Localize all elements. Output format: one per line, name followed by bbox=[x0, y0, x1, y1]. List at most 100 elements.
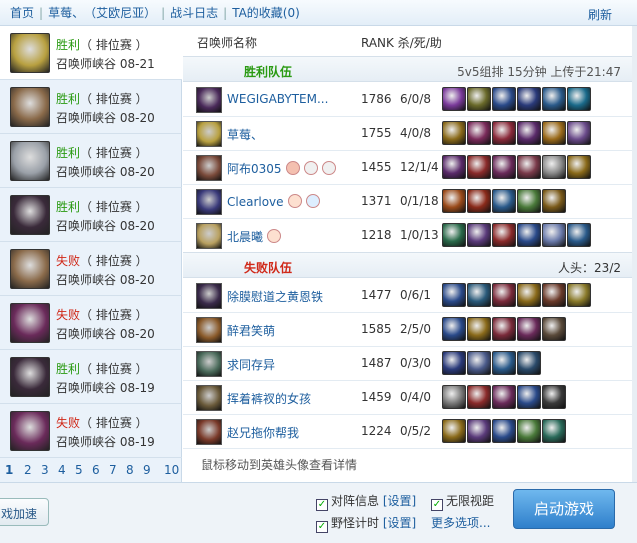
jungle-settings-link[interactable]: [设置] bbox=[383, 516, 416, 530]
summoner-name[interactable]: 阿布0305 bbox=[227, 160, 336, 177]
game-list-item[interactable]: 失败（ 排位赛 ） 召唤师峡谷 08-19 bbox=[0, 404, 182, 458]
summoner-name[interactable]: 草莓、 bbox=[227, 126, 263, 143]
page-link[interactable]: 9 bbox=[143, 463, 151, 477]
item-icon[interactable] bbox=[492, 121, 516, 145]
launch-game-button[interactable]: 启动游戏 bbox=[513, 489, 615, 529]
champion-avatar[interactable] bbox=[196, 189, 222, 215]
item-icon[interactable] bbox=[567, 121, 591, 145]
item-icon[interactable] bbox=[442, 223, 466, 247]
game-list-item[interactable]: 胜利（ 排位赛 ） 召唤师峡谷 08-21 bbox=[0, 26, 182, 80]
lineup-checkbox[interactable]: ✓ bbox=[316, 499, 328, 511]
item-icon[interactable] bbox=[442, 121, 466, 145]
item-icon[interactable] bbox=[467, 223, 491, 247]
item-icon[interactable] bbox=[492, 87, 516, 111]
item-icon[interactable] bbox=[542, 317, 566, 341]
champion-avatar[interactable] bbox=[196, 419, 222, 445]
item-icon[interactable] bbox=[517, 419, 541, 443]
item-icon[interactable] bbox=[467, 87, 491, 111]
item-icon[interactable] bbox=[567, 223, 591, 247]
champion-avatar[interactable] bbox=[196, 385, 222, 411]
item-icon[interactable] bbox=[567, 87, 591, 111]
page-link[interactable]: 8 bbox=[126, 463, 134, 477]
item-icon[interactable] bbox=[442, 351, 466, 375]
favorites-link[interactable]: TA的收藏(0) bbox=[232, 4, 300, 21]
item-icon[interactable] bbox=[542, 385, 566, 409]
item-icon[interactable] bbox=[542, 223, 566, 247]
item-icon[interactable] bbox=[492, 283, 516, 307]
summoner-name[interactable]: 求同存异 bbox=[227, 356, 275, 373]
item-icon[interactable] bbox=[542, 419, 566, 443]
item-icon[interactable] bbox=[517, 283, 541, 307]
summoner-name[interactable]: WEGIGABYTEM... bbox=[227, 92, 328, 106]
item-icon[interactable] bbox=[442, 283, 466, 307]
page-link[interactable]: 1 bbox=[5, 463, 13, 477]
item-icon[interactable] bbox=[517, 351, 541, 375]
item-icon[interactable] bbox=[467, 283, 491, 307]
item-icon[interactable] bbox=[442, 189, 466, 213]
item-icon[interactable] bbox=[542, 87, 566, 111]
item-icon[interactable] bbox=[517, 87, 541, 111]
champion-avatar[interactable] bbox=[196, 87, 222, 113]
more-options-link[interactable]: 更多选项... bbox=[431, 514, 490, 531]
page-link[interactable]: 3 bbox=[41, 463, 49, 477]
game-list-item[interactable]: 胜利（ 排位赛 ） 召唤师峡谷 08-20 bbox=[0, 80, 182, 134]
accelerate-button[interactable]: 戏加速 bbox=[0, 498, 49, 526]
item-icon[interactable] bbox=[517, 385, 541, 409]
item-icon[interactable] bbox=[442, 317, 466, 341]
item-icon[interactable] bbox=[567, 283, 591, 307]
item-icon[interactable] bbox=[442, 155, 466, 179]
champion-avatar[interactable] bbox=[196, 155, 222, 181]
item-icon[interactable] bbox=[492, 351, 516, 375]
item-icon[interactable] bbox=[492, 317, 516, 341]
game-list-item[interactable]: 失败（ 排位赛 ） 召唤师峡谷 08-20 bbox=[0, 296, 182, 350]
page-link[interactable]: 6 bbox=[92, 463, 100, 477]
champion-avatar[interactable] bbox=[196, 223, 222, 249]
item-icon[interactable] bbox=[492, 223, 516, 247]
summoner-name[interactable]: 赵兄拖你帮我 bbox=[227, 424, 299, 441]
item-icon[interactable] bbox=[517, 155, 541, 179]
summoner-name[interactable]: Clearlove bbox=[227, 194, 320, 209]
item-icon[interactable] bbox=[492, 155, 516, 179]
champion-avatar[interactable] bbox=[196, 283, 222, 309]
champion-avatar[interactable] bbox=[196, 121, 222, 147]
item-icon[interactable] bbox=[542, 121, 566, 145]
game-list-item[interactable]: 胜利（ 排位赛 ） 召唤师峡谷 08-20 bbox=[0, 134, 182, 188]
game-list-item[interactable]: 胜利（ 排位赛 ） 召唤师峡谷 08-20 bbox=[0, 188, 182, 242]
item-icon[interactable] bbox=[542, 283, 566, 307]
item-icon[interactable] bbox=[492, 189, 516, 213]
item-icon[interactable] bbox=[442, 419, 466, 443]
scrollbar[interactable] bbox=[632, 26, 637, 482]
item-icon[interactable] bbox=[542, 155, 566, 179]
refresh-button[interactable]: 刷新 bbox=[588, 6, 612, 23]
page-link[interactable]: 2 bbox=[24, 463, 32, 477]
home-link[interactable]: 首页 bbox=[10, 4, 34, 21]
item-icon[interactable] bbox=[517, 223, 541, 247]
battle-log-link[interactable]: 战斗日志 bbox=[170, 4, 218, 21]
page-link[interactable]: 7 bbox=[109, 463, 117, 477]
summoner-name[interactable]: 挥着裤衩的女孩 bbox=[227, 390, 311, 407]
summoner-name[interactable]: 除膜慰道之黄恩铁 bbox=[227, 288, 323, 305]
item-icon[interactable] bbox=[492, 385, 516, 409]
page-link[interactable]: 5 bbox=[75, 463, 83, 477]
page-link[interactable]: 10 bbox=[164, 463, 179, 477]
vision-checkbox[interactable]: ✓ bbox=[431, 499, 443, 511]
item-icon[interactable] bbox=[517, 189, 541, 213]
item-icon[interactable] bbox=[467, 121, 491, 145]
item-icon[interactable] bbox=[467, 419, 491, 443]
item-icon[interactable] bbox=[517, 317, 541, 341]
jungle-timer-checkbox[interactable]: ✓ bbox=[316, 521, 328, 533]
champion-avatar[interactable] bbox=[196, 351, 222, 377]
summoner-name[interactable]: 醉君笑萌 bbox=[227, 322, 275, 339]
champion-avatar[interactable] bbox=[196, 317, 222, 343]
page-link[interactable]: 4 bbox=[58, 463, 66, 477]
item-icon[interactable] bbox=[492, 419, 516, 443]
item-icon[interactable] bbox=[467, 317, 491, 341]
item-icon[interactable] bbox=[467, 351, 491, 375]
item-icon[interactable] bbox=[442, 385, 466, 409]
game-list-item[interactable]: 胜利（ 排位赛 ） 召唤师峡谷 08-19 bbox=[0, 350, 182, 404]
item-icon[interactable] bbox=[467, 155, 491, 179]
player-link[interactable]: 草莓、 bbox=[48, 4, 84, 21]
item-icon[interactable] bbox=[542, 189, 566, 213]
item-icon[interactable] bbox=[567, 155, 591, 179]
item-icon[interactable] bbox=[467, 189, 491, 213]
